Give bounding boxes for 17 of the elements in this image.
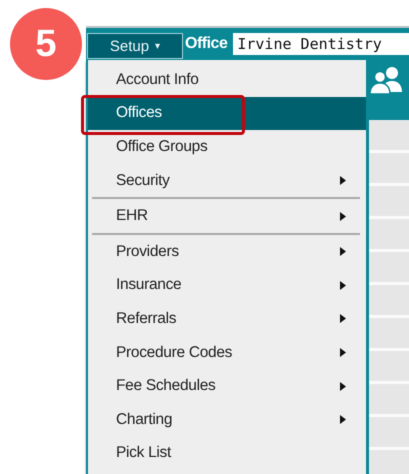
setup-menu-button[interactable]: Setup ▾ <box>87 33 183 59</box>
menu-item[interactable]: Procedure Codes <box>88 336 366 370</box>
menu-item[interactable]: Insurance <box>88 268 366 302</box>
menu-item[interactable]: Charting <box>88 402 366 437</box>
step-badge: 5 <box>10 8 82 80</box>
menu-item[interactable]: Account Info <box>88 63 366 97</box>
office-label: Office <box>185 35 228 53</box>
menu-item[interactable]: Referrals <box>88 302 366 336</box>
people-icon <box>370 66 404 94</box>
menu-item[interactable]: Office Groups <box>88 130 366 164</box>
office-field[interactable]: Irvine Dentistry <box>233 33 409 55</box>
menu-item[interactable]: Security <box>88 164 366 198</box>
menu-item[interactable]: EHR <box>88 199 366 233</box>
menu-item[interactable]: Providers <box>88 234 366 269</box>
menu-item[interactable]: Pick List <box>88 436 366 470</box>
caret-icon: ▾ <box>155 40 160 52</box>
menu-item[interactable]: Fee Schedules <box>88 369 366 403</box>
